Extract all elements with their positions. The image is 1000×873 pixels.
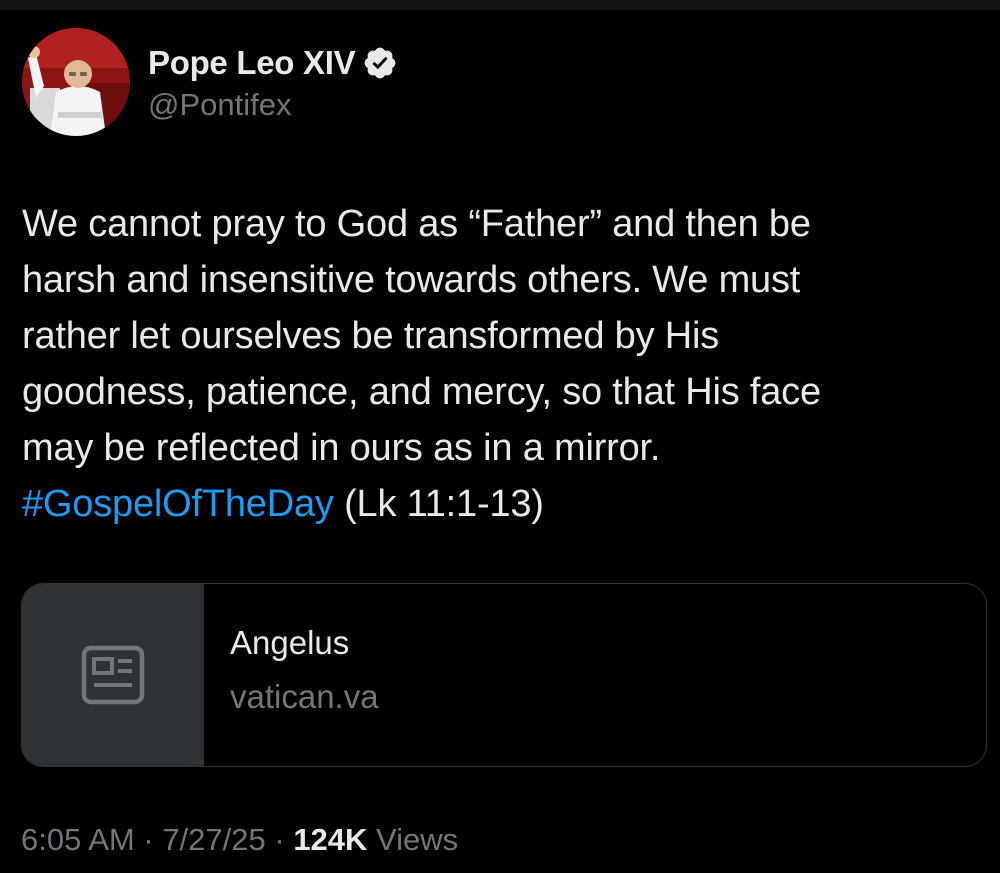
tweet-header: Pope Leo XIV @Pontifex — [22, 26, 398, 138]
card-domain: vatican.va — [230, 678, 379, 715]
avatar-image — [22, 28, 130, 136]
meta-separator: · — [134, 822, 163, 857]
author-names: Pope Leo XIV @Pontifex — [148, 41, 398, 123]
top-divider — [0, 0, 1000, 10]
user-handle[interactable]: @Pontifex — [148, 87, 398, 123]
tweet-time[interactable]: 6:05 AM — [21, 822, 135, 858]
link-preview-card[interactable]: Angelus vatican.va — [21, 583, 987, 767]
tweet-date[interactable]: 7/27/25 — [162, 822, 265, 858]
scripture-reference: (Lk 11:1-13) — [333, 483, 544, 525]
views-label: Views — [367, 822, 459, 857]
views-count[interactable]: 124K — [293, 822, 367, 858]
avatar[interactable] — [22, 28, 130, 136]
name-row: Pope Leo XIV — [148, 41, 398, 85]
meta-separator: · — [265, 822, 294, 857]
card-body: Angelus vatican.va — [204, 584, 379, 766]
card-thumbnail — [22, 584, 204, 766]
verified-badge-icon[interactable] — [362, 45, 398, 81]
hashtag-link[interactable]: #GospelOfTheDay — [22, 483, 334, 525]
tweet-body: We cannot pray to God as “Father” and th… — [22, 203, 821, 469]
article-icon — [81, 645, 145, 705]
display-name[interactable]: Pope Leo XIV — [148, 44, 356, 82]
card-title: Angelus — [230, 624, 350, 661]
tweet-metadata: 6:05 AM · 7/27/25 · 124K Views — [21, 822, 458, 858]
tweet-text: We cannot pray to God as “Father” and th… — [22, 196, 982, 532]
